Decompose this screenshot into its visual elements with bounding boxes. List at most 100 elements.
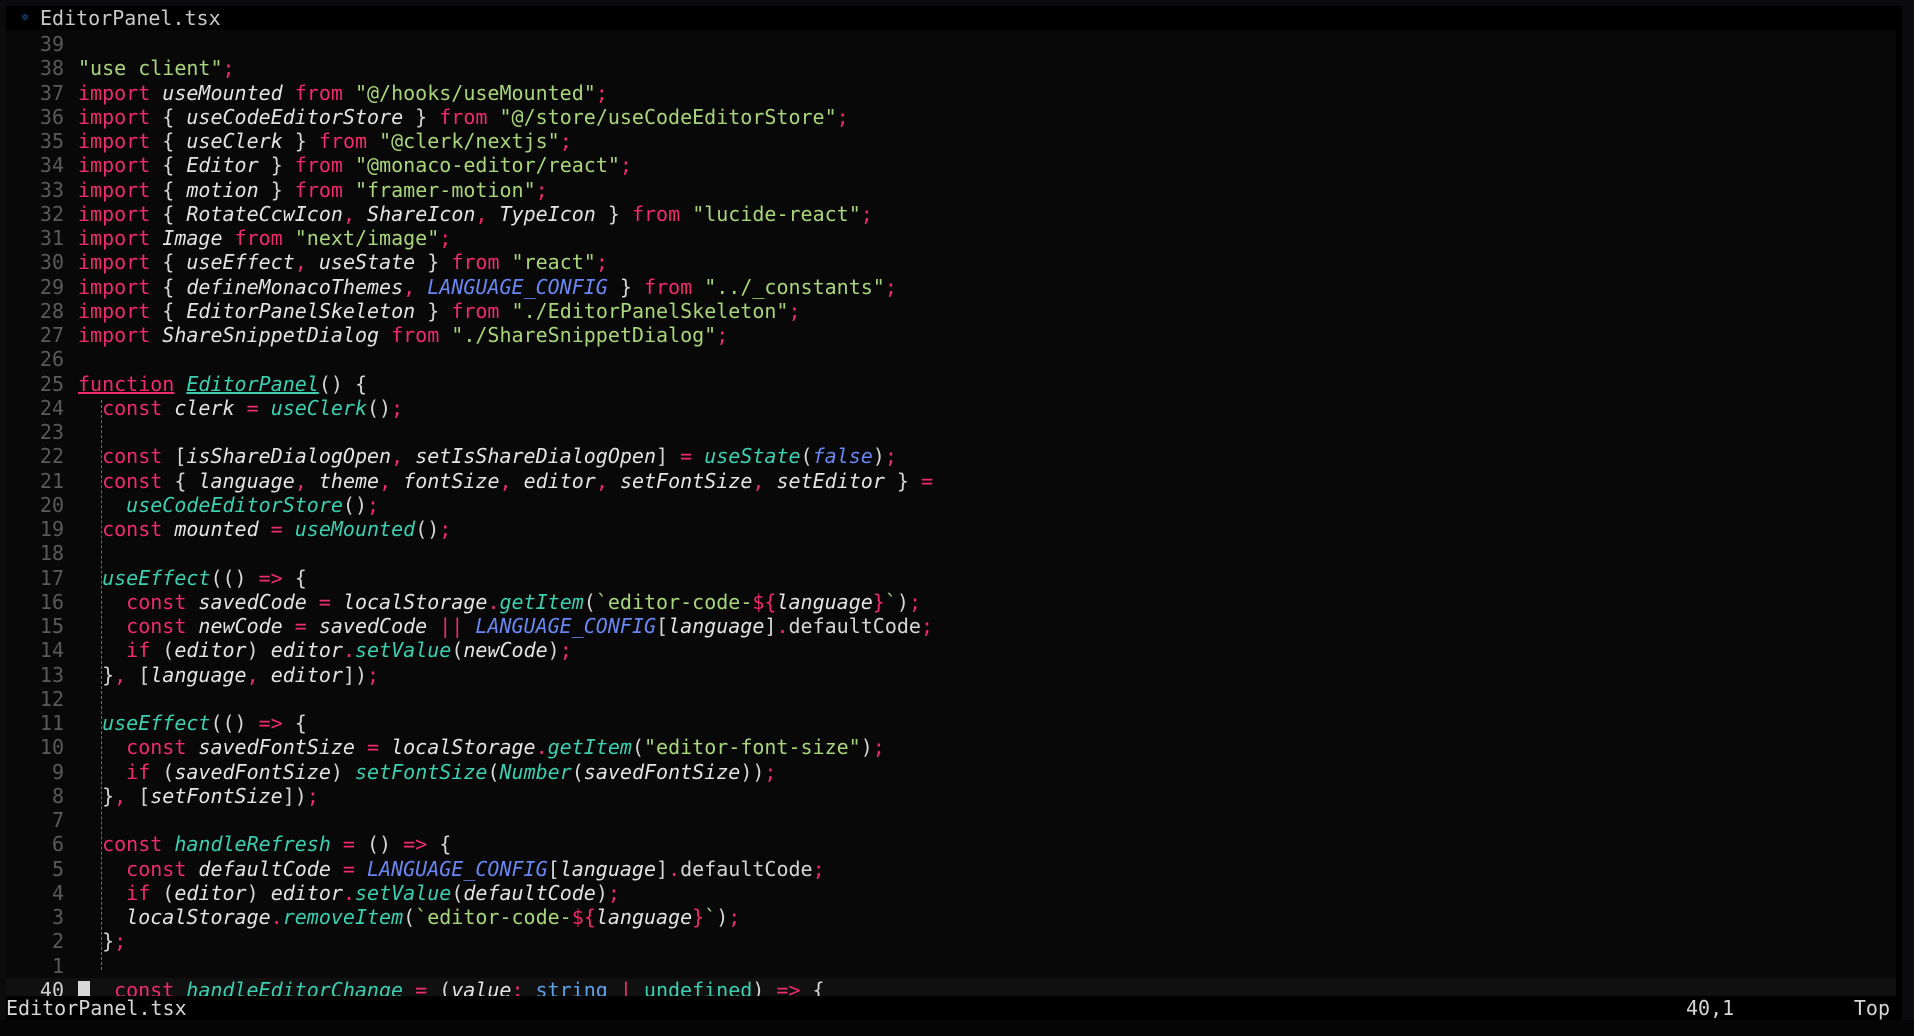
- line-number: 29: [39, 274, 64, 299]
- code-token: }: [896, 468, 921, 493]
- code-token: function: [78, 371, 175, 396]
- line-number: 36: [39, 104, 64, 129]
- code-token: ;: [595, 80, 608, 105]
- code-line[interactable]: 12: [6, 687, 1896, 711]
- code-token: from: [294, 177, 355, 202]
- code-token: ShareIcon: [367, 201, 476, 226]
- code-token: =: [921, 468, 934, 493]
- code-token: localStorage: [126, 905, 271, 929]
- code-token: ,: [499, 468, 524, 493]
- code-token: newCode: [198, 614, 295, 638]
- code-line[interactable]: 23: [6, 420, 1896, 444]
- code-token: defaultCode: [680, 856, 813, 881]
- code-token: editor: [174, 638, 247, 663]
- code-line[interactable]: 32 import { RotateCcwIcon, ShareIcon, Typ…: [6, 202, 1896, 226]
- code-token: ): [716, 905, 729, 929]
- code-text: const [isShareDialogOpen, setIsShareDial…: [78, 444, 897, 468]
- line-number: 7: [51, 808, 64, 832]
- code-line[interactable]: 20 useCodeEditorStore();: [6, 493, 1896, 517]
- code-token: import: [78, 153, 163, 178]
- code-line[interactable]: 24 const clerk = useClerk();: [6, 396, 1896, 420]
- command-line[interactable]: [0, 1020, 1914, 1036]
- code-line[interactable]: 25 function EditorPanel() {: [6, 372, 1896, 396]
- code-token: ;: [367, 662, 380, 687]
- code-line[interactable]: 22 const [isShareDialogOpen, setIsShareD…: [6, 444, 1896, 468]
- line-number: 28: [39, 298, 64, 323]
- code-text: const handleRefresh = () => {: [78, 832, 451, 856]
- code-token: ,: [403, 274, 428, 299]
- code-line[interactable]: 30 import { useEffect, useState } from "r…: [6, 250, 1896, 274]
- code-line[interactable]: 10 const savedFontSize = localStorage.ge…: [6, 735, 1896, 759]
- code-line[interactable]: 7: [6, 808, 1896, 832]
- code-text: localStorage.removeItem(`editor-code-${l…: [78, 905, 740, 929]
- code-token: setIsShareDialogOpen: [415, 444, 657, 469]
- code-line[interactable]: 9 if (savedFontSize) setFontSize(Number(…: [6, 760, 1896, 784]
- code-token: LANGUAGE_CONFIG: [475, 614, 657, 638]
- code-token: }: [294, 129, 319, 153]
- code-line[interactable]: 16 const savedCode = localStorage.getIte…: [6, 590, 1896, 614]
- code-line[interactable]: 11 useEffect(() => {: [6, 711, 1896, 735]
- code-line[interactable]: 4 if (editor) editor.setValue(defaultCod…: [6, 881, 1896, 905]
- code-token: }: [619, 274, 644, 299]
- code-token: {: [294, 565, 307, 590]
- code-line[interactable]: 8 }, [setFontSize]);: [6, 784, 1896, 808]
- line-number: 12: [39, 686, 64, 711]
- code-line[interactable]: 31 import Image from "next/image";: [6, 226, 1896, 250]
- code-token: useEffect: [186, 250, 295, 275]
- line-number: 16: [39, 589, 64, 614]
- code-line[interactable]: 14 if (editor) editor.setValue(newCode);: [6, 638, 1896, 662]
- code-line[interactable]: 34 import { Editor } from "@monaco-editor…: [6, 153, 1896, 177]
- line-number: 1: [51, 953, 64, 978]
- code-token: ,: [342, 201, 368, 226]
- line-number: 23: [39, 420, 64, 444]
- code-line[interactable]: 26: [6, 347, 1896, 371]
- code-line[interactable]: 28 import { EditorPanelSkeleton } from ".…: [6, 299, 1896, 323]
- code-text: };: [78, 929, 126, 953]
- code-token: if: [126, 880, 163, 905]
- code-token: [: [174, 444, 187, 469]
- code-text: }, [setFontSize]);: [78, 784, 319, 808]
- line-number: 24: [39, 395, 64, 420]
- code-token: =: [270, 517, 295, 541]
- code-line[interactable]: 1: [6, 954, 1896, 978]
- code-line[interactable]: 33 import { motion } from "framer-motion"…: [6, 178, 1896, 202]
- code-line[interactable]: 5 const defaultCode = LANGUAGE_CONFIG[la…: [6, 857, 1896, 881]
- code-token: ): [246, 638, 271, 663]
- code-line[interactable]: 38 "use client";: [6, 56, 1896, 80]
- code-line[interactable]: 21 const { language, theme, fontSize, ed…: [6, 469, 1896, 493]
- code-token: }: [607, 201, 632, 226]
- code-line[interactable]: 15 const newCode = savedCode || LANGUAGE…: [6, 614, 1896, 638]
- code-line[interactable]: 18: [6, 541, 1896, 565]
- code-line[interactable]: 17 useEffect(() => {: [6, 566, 1896, 590]
- code-token: getItem: [499, 589, 584, 614]
- line-number: 18: [39, 541, 64, 566]
- code-token: from: [451, 250, 512, 275]
- code-token: const: [126, 589, 199, 614]
- code-line[interactable]: 39: [6, 32, 1896, 56]
- code-line[interactable]: 19 const mounted = useMounted();: [6, 517, 1896, 541]
- code-token: useMounted: [162, 80, 295, 105]
- code-token: ;: [884, 274, 897, 299]
- code-token: savedCode: [318, 614, 440, 638]
- code-line[interactable]: 13 }, [language, editor]);: [6, 663, 1896, 687]
- code-token: ;: [872, 735, 885, 760]
- code-line[interactable]: 3 localStorage.removeItem(`editor-code-$…: [6, 905, 1896, 929]
- code-token: ;: [836, 104, 849, 129]
- code-token: import: [78, 177, 163, 202]
- code-line[interactable]: 36 import { useCodeEditorStore } from "@/…: [6, 105, 1896, 129]
- code-line[interactable]: 6 const handleRefresh = () => {: [6, 832, 1896, 856]
- code-line[interactable]: 2 };: [6, 929, 1896, 953]
- code-token: }: [270, 153, 295, 178]
- code-line[interactable]: 29 import { defineMonacoThemes, LANGUAGE_…: [6, 275, 1896, 299]
- vim-editor[interactable]: ⚛ EditorPanel.tsx 39 38 "use client"; 37 imp…: [6, 6, 1902, 1020]
- code-line[interactable]: 27 import ShareSnippetDialog from "./Shar…: [6, 323, 1896, 347]
- line-number: 19: [39, 517, 64, 541]
- code-area[interactable]: 39 38 "use client"; 37 import useMounted fro…: [6, 30, 1896, 1002]
- code-token: =: [367, 735, 392, 760]
- code-token: setFontSize: [354, 759, 488, 784]
- code-line[interactable]: 35 import { useClerk } from "@clerk/nextj…: [6, 129, 1896, 153]
- tab-title[interactable]: EditorPanel.tsx: [40, 6, 221, 30]
- code-token: theme: [318, 468, 380, 493]
- code-line[interactable]: 37 import useMounted from "@/hooks/useMou…: [6, 81, 1896, 105]
